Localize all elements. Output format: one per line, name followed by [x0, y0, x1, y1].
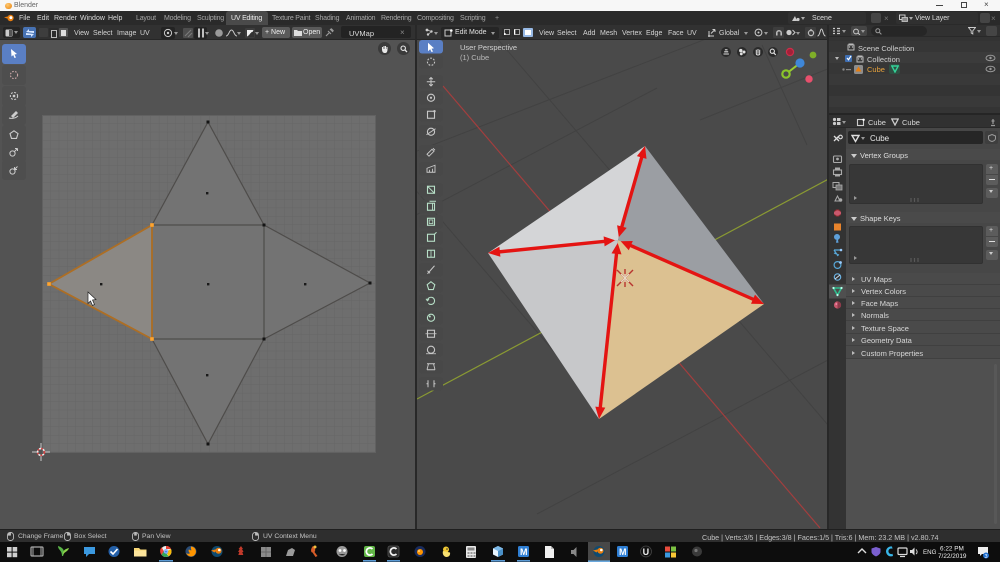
svg-text:U: U: [643, 547, 650, 557]
svg-text:6:22 PM: 6:22 PM: [940, 546, 964, 553]
svg-text:ENG: ENG: [923, 549, 937, 556]
svg-text:7/22/2019: 7/22/2019: [938, 553, 967, 560]
svg-text:M: M: [619, 547, 627, 557]
svg-text:3: 3: [985, 554, 988, 560]
svg-text:M: M: [520, 547, 528, 557]
svg-text:User Perspective: User Perspective: [460, 43, 517, 52]
svg-text:(1) Cube: (1) Cube: [460, 53, 489, 62]
